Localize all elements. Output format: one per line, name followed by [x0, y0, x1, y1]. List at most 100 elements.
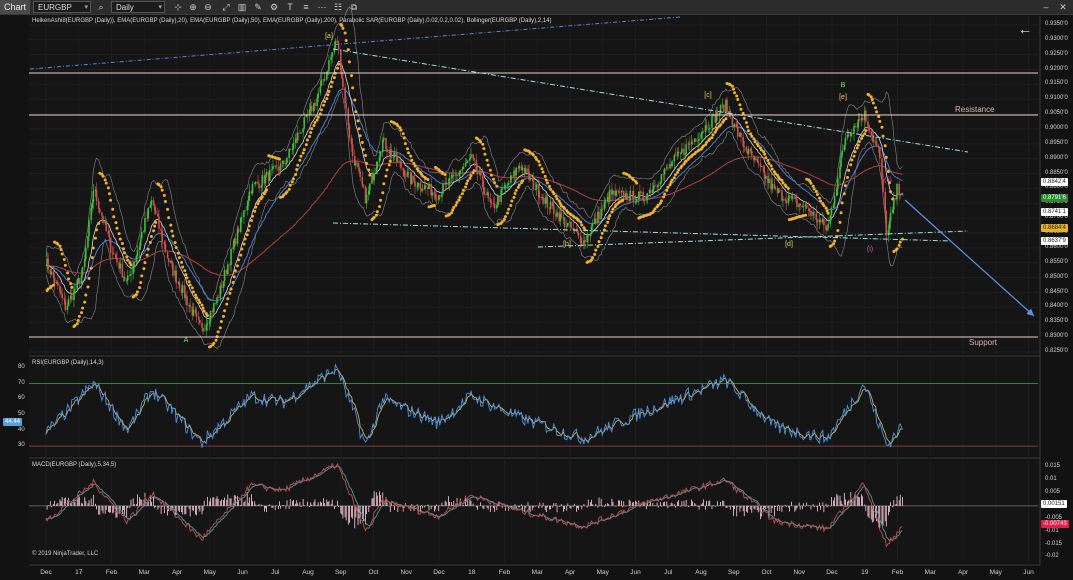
sar-dot	[409, 154, 413, 158]
candle-body	[685, 144, 687, 155]
candle-body	[870, 131, 873, 135]
sar-dot	[898, 240, 902, 244]
sar-dot	[251, 214, 255, 218]
candle-body	[615, 190, 618, 196]
candle-body	[246, 205, 248, 211]
sar-dot	[365, 162, 369, 166]
rsi-tick-label: 70	[18, 379, 25, 386]
date-tick-label: Aug	[695, 569, 707, 576]
candle-body	[378, 156, 381, 162]
price-tick-label: 0.8850'0	[1045, 169, 1068, 176]
candle-body	[587, 235, 590, 237]
candle-body	[537, 184, 540, 198]
candle-body	[157, 213, 159, 217]
candle-body	[601, 208, 604, 210]
candle-body	[139, 238, 142, 246]
candle-body	[642, 191, 644, 200]
candle-body	[521, 167, 524, 171]
sar-dot	[812, 187, 816, 191]
sar-dot	[152, 229, 156, 233]
sar-dot	[95, 228, 99, 232]
sar-dot	[770, 167, 774, 171]
candle-body	[53, 277, 56, 284]
candle-body	[506, 184, 509, 186]
wave-label: [b]	[563, 241, 571, 248]
candle-body	[736, 127, 739, 137]
candle-body	[319, 86, 322, 94]
sar-dot	[187, 280, 191, 284]
date-tick-label: Apr	[957, 569, 969, 576]
chart-canvas[interactable]	[0, 0, 1073, 580]
candle-body	[584, 240, 586, 243]
candle-body	[201, 322, 203, 329]
last-price-badge: 0.8791'6	[1041, 194, 1068, 202]
sar-dot	[510, 199, 514, 203]
sar-dot	[852, 154, 856, 158]
sar-dot	[253, 209, 257, 213]
candle-body	[59, 285, 61, 292]
sar-dot	[125, 255, 129, 259]
candle-body	[78, 278, 81, 284]
candle-body	[223, 269, 226, 282]
sar-dot	[468, 176, 472, 180]
sar-dot	[450, 211, 454, 215]
date-tick-label: May	[203, 569, 216, 576]
sar-dot	[405, 147, 409, 151]
price-tick-label: 0.9300'0	[1045, 35, 1068, 42]
candle-body	[861, 117, 864, 121]
candle-body	[81, 267, 84, 276]
candle-body	[323, 79, 326, 81]
candle-body	[291, 149, 294, 151]
sar-dot	[818, 196, 822, 200]
sar-dot	[673, 173, 677, 177]
candle-body	[877, 145, 880, 148]
candle-body	[774, 188, 777, 189]
candle-body	[136, 249, 139, 256]
candle-body	[320, 79, 323, 87]
sar-dot	[123, 251, 127, 255]
arrow-left-icon[interactable]: ←	[1016, 22, 1034, 36]
candle-body	[121, 263, 124, 278]
sar-dot	[60, 252, 64, 256]
candle-body	[189, 304, 191, 307]
sar-dot	[503, 215, 507, 219]
macd-tick-label: 0.01	[1045, 476, 1057, 483]
candle-body	[400, 161, 402, 169]
candle-body	[63, 298, 66, 300]
macd-indicator-label: MACD(EURGBP (Daily),5,34,5)	[32, 462, 117, 468]
sar-dot	[724, 117, 728, 121]
sar-dot	[897, 243, 901, 247]
price-tick-label: 0.9150'0	[1045, 80, 1068, 87]
candle-body	[434, 194, 437, 199]
sar-dot	[296, 163, 300, 167]
candle-body	[60, 291, 62, 294]
candle-body	[857, 119, 860, 128]
candle-body	[553, 206, 555, 215]
sar-dot	[329, 85, 333, 89]
wave-label: [c]	[704, 92, 712, 99]
candle-body	[243, 210, 245, 218]
candle-body	[577, 232, 580, 237]
sar-dot	[412, 161, 416, 165]
candle-body	[482, 175, 484, 188]
candle-body	[330, 57, 332, 61]
price-tick-label: 0.8350'0	[1045, 318, 1068, 325]
sar-dot	[277, 157, 281, 161]
candle-body	[504, 184, 507, 189]
candle-body	[896, 184, 898, 200]
candle-body	[407, 172, 410, 173]
sar-dot	[75, 322, 79, 326]
sar-dot	[464, 185, 468, 189]
candle-body	[66, 305, 69, 311]
sar-dot	[769, 164, 773, 168]
sar-dot	[194, 293, 198, 297]
candle-body	[723, 104, 725, 113]
candle-body	[884, 191, 886, 212]
date-tick-label: Sep	[727, 569, 740, 576]
sar-dot	[237, 258, 241, 262]
sar-dot	[145, 253, 149, 257]
price-tick-label: 0.8900'0	[1045, 154, 1068, 161]
candle-body	[529, 177, 531, 180]
sar-dot	[353, 98, 357, 102]
candle-body	[431, 192, 434, 196]
